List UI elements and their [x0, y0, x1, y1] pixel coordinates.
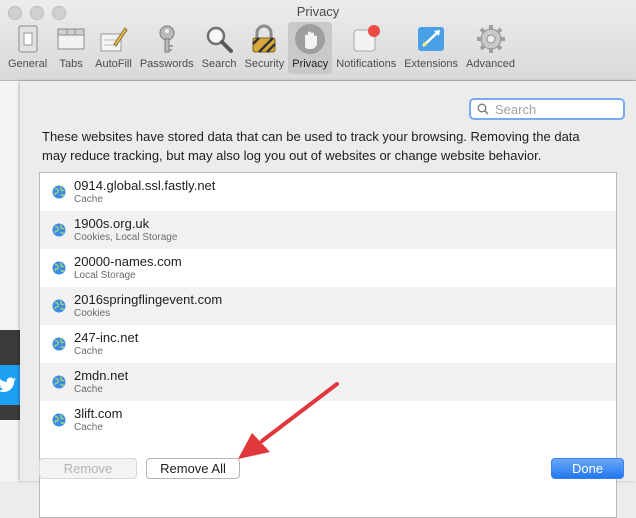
website-data-sheet: These websites have stored data that can…: [20, 81, 636, 518]
website-data-type: Cache: [74, 194, 103, 205]
website-row-text: 2mdn.net Cache: [74, 368, 128, 396]
website-row[interactable]: 2mdn.net Cache: [40, 363, 616, 401]
tab-passwords[interactable]: Passwords: [136, 22, 198, 74]
tab-autofill[interactable]: AutoFill: [91, 22, 136, 74]
search-icon: [477, 103, 489, 115]
website-name: 2mdn.net: [74, 368, 129, 383]
preferences-toolbar: General Tabs AutoFill Passwords Search S…: [4, 22, 519, 78]
globe-icon: [52, 261, 66, 275]
window-toolbar: Privacy General Tabs AutoFill Passwords: [0, 0, 636, 81]
general-icon: [12, 23, 44, 55]
autofill-icon: [97, 23, 129, 55]
website-data-type: Cookies, Local Storage: [74, 232, 178, 243]
globe-icon: [52, 185, 66, 199]
search-field[interactable]: [469, 98, 625, 120]
website-data-type: Cache: [74, 384, 103, 395]
website-row-text: 3lift.com Cache: [74, 406, 122, 434]
tab-extensions-label: Extensions: [404, 58, 459, 70]
tab-privacy-label: Privacy: [292, 58, 329, 70]
tab-passwords-label: Passwords: [139, 58, 194, 70]
website-row-text: 247-inc.net Cache: [74, 330, 138, 358]
search-input[interactable]: [493, 100, 617, 118]
background-window: [0, 80, 20, 481]
globe-icon: [52, 337, 66, 351]
website-row-text: 20000-names.com Local Storage: [74, 254, 182, 282]
website-name: 247-inc.net: [74, 330, 139, 345]
globe-icon: [52, 223, 66, 237]
lock-icon: [248, 23, 280, 55]
globe-icon: [52, 413, 66, 427]
tab-security-label: Security: [244, 58, 285, 70]
tab-extensions[interactable]: Extensions: [400, 22, 462, 74]
hand-icon: [294, 23, 326, 55]
tab-search[interactable]: Search: [198, 22, 241, 74]
tab-autofill-label: AutoFill: [95, 58, 132, 70]
website-name: 2016springflingevent.com: [74, 292, 223, 307]
extensions-icon: [415, 23, 447, 55]
website-row-text: 2016springflingevent.com Cookies: [74, 292, 222, 320]
description-text: These websites have stored data that can…: [42, 129, 580, 163]
tab-advanced-label: Advanced: [466, 58, 515, 70]
tab-search-label: Search: [201, 58, 237, 70]
website-name: 0914.global.ssl.fastly.net: [74, 178, 216, 193]
website-row-text: 1900s.org.uk Cookies, Local Storage: [74, 216, 177, 244]
tabs-icon: [55, 23, 87, 55]
gear-icon: [475, 23, 507, 55]
website-row[interactable]: 247-inc.net Cache: [40, 325, 616, 363]
twitter-icon: [0, 365, 20, 405]
globe-icon: [52, 375, 66, 389]
tab-general-label: General: [8, 58, 48, 70]
tab-privacy[interactable]: Privacy: [288, 22, 333, 74]
magnifier-icon: [203, 23, 235, 55]
website-name: 20000-names.com: [74, 254, 182, 269]
tab-notifications[interactable]: Notifications: [332, 22, 400, 74]
website-name: 1900s.org.uk: [74, 216, 150, 231]
website-data-type: Cache: [74, 346, 103, 357]
website-data-type: Cookies: [74, 308, 111, 319]
website-row[interactable]: 20000-names.com Local Storage: [40, 249, 616, 287]
notification-icon: [350, 23, 382, 55]
tab-tabs[interactable]: Tabs: [51, 22, 91, 74]
website-row[interactable]: 3lift.com Cache: [40, 401, 616, 439]
website-row[interactable]: 1900s.org.uk Cookies, Local Storage: [40, 211, 616, 249]
globe-icon: [52, 299, 66, 313]
tab-notifications-label: Notifications: [336, 58, 397, 70]
website-data-type: Local Storage: [74, 270, 136, 281]
website-row-text: 0914.global.ssl.fastly.net Cache: [74, 178, 215, 206]
website-row[interactable]: 2016springflingevent.com Cookies: [40, 287, 616, 325]
done-button[interactable]: Done: [551, 458, 624, 479]
remove-all-button[interactable]: Remove All: [146, 458, 240, 479]
tab-security[interactable]: Security: [240, 22, 288, 74]
tab-advanced[interactable]: Advanced: [462, 22, 519, 74]
website-data-type: Cache: [74, 422, 103, 433]
tab-general[interactable]: General: [4, 22, 51, 74]
key-icon: [151, 23, 183, 55]
tab-tabs-label: Tabs: [59, 58, 83, 70]
window-title: Privacy: [296, 4, 340, 19]
remove-button[interactable]: Remove: [39, 458, 137, 479]
website-name: 3lift.com: [74, 406, 123, 421]
website-row[interactable]: 0914.global.ssl.fastly.net Cache: [40, 173, 616, 211]
